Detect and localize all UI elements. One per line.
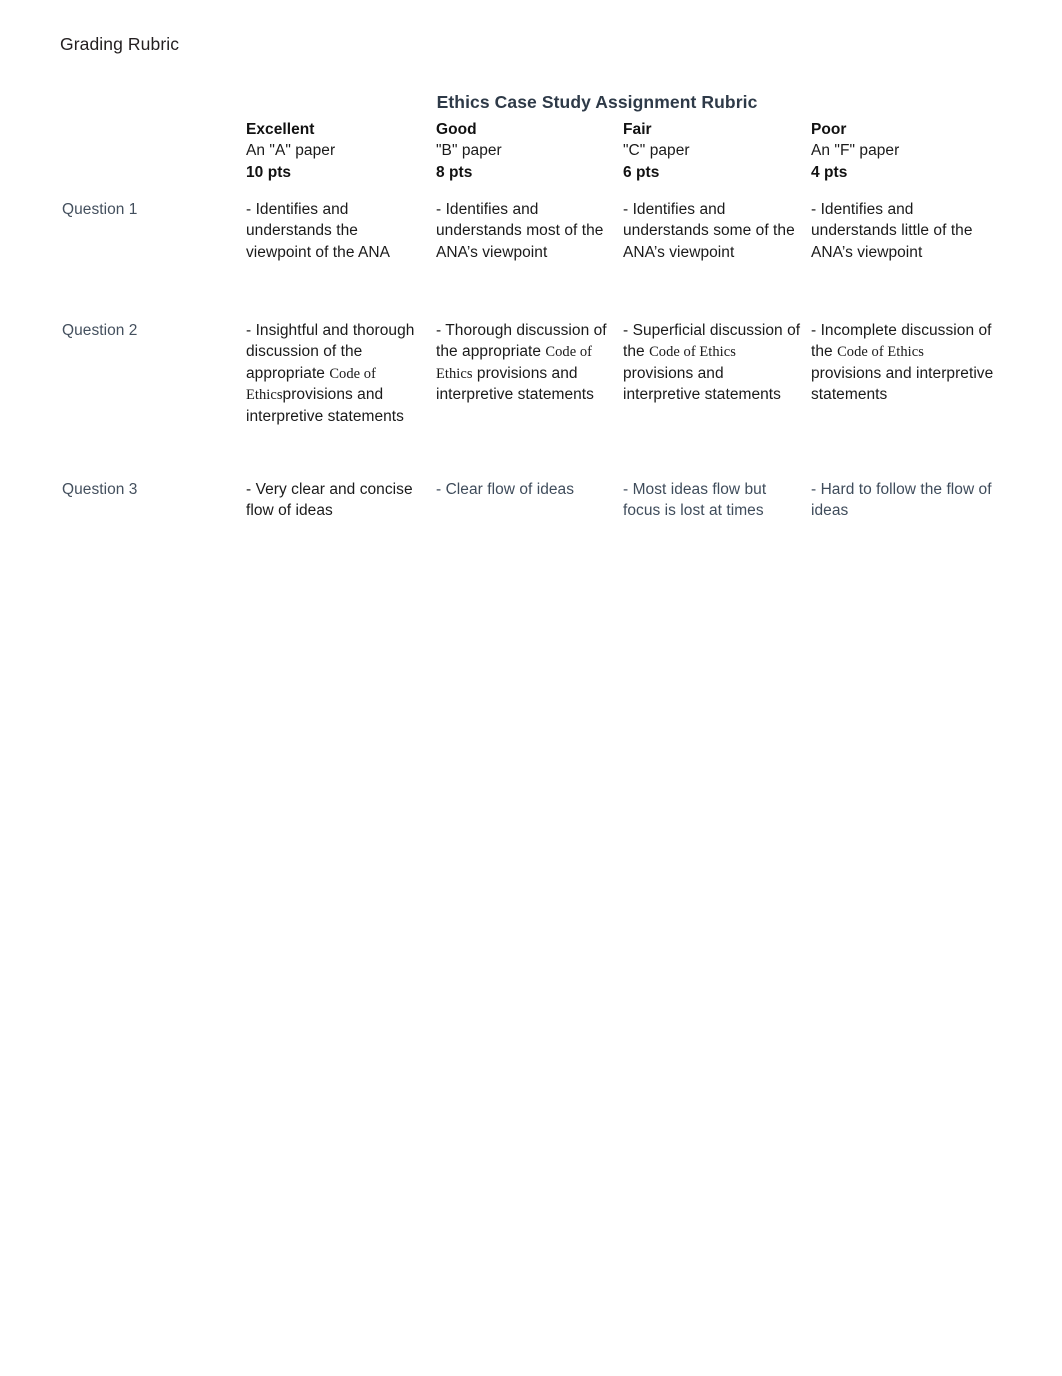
rubric-cell: - Hard to follow the flow of ideas [811,479,995,522]
rubric-cell: - Insightful and thorough discussion of … [246,320,422,427]
rubric-cell: - Most ideas flow but focus is lost at t… [623,479,803,522]
rubric-cell: - Identifies and understands some of the… [623,199,803,263]
rubric-column-header-excellent: Excellent An "A" paper 10 pts [246,119,422,183]
column-name: Good [436,121,477,138]
rubric-cell: - Identifies and understands little of t… [811,199,995,263]
row-label-question-3: Question 3 [62,481,138,498]
row-label-question-2: Question 2 [62,322,138,339]
column-name: Poor [811,121,847,138]
cell-text-run: - Identifies and understands most of the… [436,201,604,261]
rubric-cell: - Clear flow of ideas [436,479,612,500]
row-label-question-1: Question 1 [62,201,138,218]
column-points: 10 pts [246,163,292,181]
rubric-column-header-fair: Fair "C" paper 6 pts [623,119,803,183]
document-header-label: Grading Rubric [60,34,180,54]
cell-text-run: - Very clear and concise flow of ideas [246,481,413,520]
document-page: Grading Rubric Ethics Case Study Assignm… [0,0,1062,1376]
column-description: "B" paper [436,142,502,160]
cell-text-run: - Most ideas flow but focus is lost at t… [623,481,767,520]
cell-text-run: - Clear flow of ideas [436,481,575,498]
cell-text-run: - Identifies and understands the viewpoi… [246,201,391,261]
column-points: 4 pts [811,163,848,181]
column-description: An "F" paper [811,142,900,160]
column-name: Fair [623,121,652,138]
column-points: 6 pts [623,163,660,181]
rubric-column-header-poor: Poor An "F" paper 4 pts [811,119,995,183]
rubric-cell: - Identifies and understands most of the… [436,199,612,263]
rubric-cell: - Superficial discussion of the Code of … [623,320,803,406]
rubric-cell: - Thorough discussion of the appropriate… [436,320,612,406]
column-description: An "A" paper [246,142,336,160]
column-description: "C" paper [623,142,690,160]
cell-text-run: - Identifies and understands some of the… [623,201,795,261]
rubric-cell: - Incomplete discussion of the Code of E… [811,320,995,406]
cell-text-run: provisions and interpretive statements [623,364,781,404]
cell-text-run: - Hard to follow the flow of ideas [811,481,992,520]
cell-text-run: provisions and interpretive statements [811,364,994,404]
rubric-title: Ethics Case Study Assignment Rubric [436,92,758,112]
code-of-ethics-citation: Code of Ethics [649,344,736,361]
code-of-ethics-citation: Code of Ethics [837,344,924,361]
rubric-column-header-good: Good "B" paper 8 pts [436,119,612,183]
rubric-cell: - Very clear and concise flow of ideas [246,479,422,522]
cell-text-run: - Identifies and understands little of t… [811,201,973,261]
column-points: 8 pts [436,163,473,181]
rubric-cell: - Identifies and understands the viewpoi… [246,199,422,263]
column-name: Excellent [246,121,315,138]
